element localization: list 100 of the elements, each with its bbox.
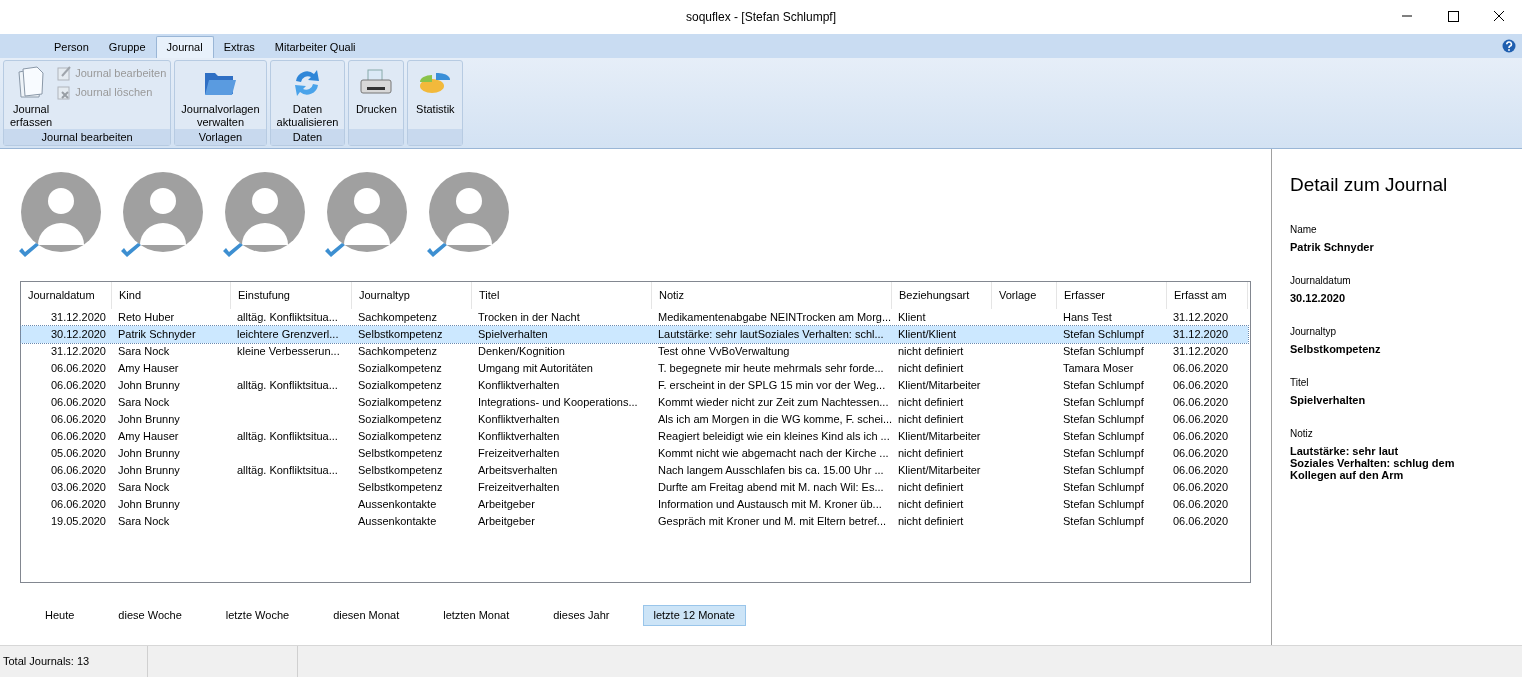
table-cell: Stefan Schlumpf: [1063, 345, 1144, 358]
column-header[interactable]: Notiz: [652, 282, 892, 309]
ribbon-button[interactable]: Journal erfassen: [8, 63, 55, 129]
ribbon-button[interactable]: Daten aktualisieren: [274, 63, 341, 129]
table-row[interactable]: 06.06.2020 Sara Nock Sozialkompetenz Integrations- und Kooperations... Kommt wieder nicht zur Zeit zum Nachtessen... nicht definiert Stefan Schlumpf 06.06.2020: [21, 394, 1248, 411]
detail-label: Journaldatum: [1290, 273, 1352, 288]
period-filter[interactable]: Heute: [34, 605, 86, 626]
detail-label: Notiz: [1290, 426, 1314, 441]
ribbon-tab[interactable]: Extras: [213, 36, 265, 58]
ribbon-button[interactable]: Journalvorlagen verwalten: [179, 63, 262, 129]
detail-value: Selbstkompetenz: [1290, 342, 1382, 355]
avatar-silhouette[interactable]: [326, 171, 408, 253]
period-filter[interactable]: diesen Monat: [322, 605, 411, 626]
table-row[interactable]: 05.06.2020 John Brunny Selbstkompetenz Freizeitverhalten Kommt nicht wie abgemacht nach der Kirche ... nicht definiert Stefan Schlumpf 06.06.2020: [21, 445, 1248, 462]
table-cell: kleine Verbesserun...: [237, 345, 340, 358]
help-icon[interactable]: [1502, 39, 1516, 53]
avatar-silhouette[interactable]: [20, 171, 102, 253]
detail-label: Journaltyp: [1290, 324, 1338, 339]
avatar-silhouette[interactable]: [122, 171, 204, 253]
table-cell: 06.06.2020: [1173, 498, 1229, 511]
period-filter[interactable]: dieses Jahr: [542, 605, 621, 626]
table-cell: Konfliktverhalten: [478, 413, 560, 426]
table-cell: Sozialkompetenz: [358, 396, 442, 409]
table-cell: Sozialkompetenz: [358, 413, 442, 426]
table-cell: nicht definiert: [898, 481, 964, 494]
table-cell: Als ich am Morgen in die WG komme, F. schei...: [658, 413, 893, 426]
column-header[interactable]: Einstufung: [231, 282, 352, 309]
table-cell: Stefan Schlumpf: [1063, 481, 1144, 494]
column-header[interactable]: Journaldatum: [21, 282, 112, 309]
table-cell: Sara Nock: [118, 345, 170, 358]
table-cell: 06.06.2020: [1173, 430, 1229, 443]
table-cell: 06.06.2020: [50, 379, 106, 392]
table-cell: Aussenkontakte: [358, 515, 437, 528]
table-cell: nicht definiert: [898, 362, 964, 375]
column-header[interactable]: Vorlage: [992, 282, 1057, 309]
table-cell: John Brunny: [118, 464, 180, 477]
table-row[interactable]: 06.06.2020 Amy Hauser alltäg. Konfliktsitua... Sozialkompetenz Konfliktverhalten Reagiert beleidigt wie ein kleines Kind als ich ... Klient/Mitarbeiter Stefan Schlumpf 06.06.2020: [21, 428, 1248, 445]
avatar-silhouette[interactable]: [428, 171, 510, 253]
table-cell: 06.06.2020: [1173, 481, 1229, 494]
table-cell: Konfliktverhalten: [478, 379, 560, 392]
table-row[interactable]: 03.06.2020 Sara Nock Selbstkompetenz Freizeitverhalten Durfte am Freitag abend mit M. nach Wil: Es... nicht definiert Stefan Schlumpf 06.06.2020: [21, 479, 1248, 496]
avatar-silhouette[interactable]: [224, 171, 306, 253]
table-cell: Reto Huber: [118, 311, 175, 324]
table-cell: Klient/Mitarbeiter: [898, 464, 981, 477]
table-cell: Lautstärke: sehr lautSoziales Verhalten: schl...: [658, 328, 884, 341]
period-filter[interactable]: letzten Monat: [432, 605, 521, 626]
column-header[interactable]: Beziehungsart: [892, 282, 992, 309]
paper-cross-icon: [56, 83, 73, 100]
ribbon-tab[interactable]: Mitarbeiter Quali: [264, 36, 366, 58]
table-row[interactable]: 19.05.2020 Sara Nock Aussenkontakte Arbeitgeber Gespräch mit Kroner und M. mit Eltern betref... nicht definiert Stefan Schlumpf 06.06.2020: [21, 513, 1248, 530]
table-cell: John Brunny: [118, 379, 180, 392]
table-cell: nicht definiert: [898, 498, 964, 511]
table-cell: 06.06.2020: [1173, 447, 1229, 460]
ribbon-button[interactable]: Statistik: [412, 63, 459, 116]
column-header[interactable]: Erfasser: [1057, 282, 1167, 309]
column-header[interactable]: Titel: [472, 282, 652, 309]
table-row[interactable]: 31.12.2020 Reto Huber alltäg. Konfliktsitua... Sachkompetenz Trocken in der Nacht Medikamentenabgabe NEINTrocken am Morg... Klient Hans Test 31.12.2020: [21, 309, 1248, 326]
table-cell: 06.06.2020: [1173, 413, 1229, 426]
table-row[interactable]: 06.06.2020 John Brunny alltäg. Konfliktsitua... Sozialkompetenz Konfliktverhalten F. erscheint in der SPLG 15 min vor der Weg... Klient/Mitarbeiter Stefan Schlumpf 06.06.2020: [21, 377, 1248, 394]
ribbon-tab[interactable]: Person: [44, 36, 99, 58]
table-cell: Selbstkompetenz: [358, 328, 443, 341]
group-label: Journal bearbeiten: [41, 129, 133, 145]
table-cell: Freizeitverhalten: [478, 481, 560, 494]
column-header[interactable]: Erfasst am: [1167, 282, 1248, 309]
detail-label: Titel: [1290, 375, 1310, 390]
table-cell: John Brunny: [118, 447, 180, 460]
table-cell: Sara Nock: [118, 396, 170, 409]
table-row[interactable]: 06.06.2020 John Brunny Aussenkontakte Arbeitgeber Information und Austausch mit M. Kroner üb... nicht definiert Stefan Schlumpf 06.06.2020: [21, 496, 1248, 513]
column-header[interactable]: Journaltyp: [352, 282, 472, 309]
ribbon-tab[interactable]: Gruppe: [98, 36, 156, 58]
pie-chart-icon: [418, 70, 453, 96]
status-text: Total Journals: 13: [0, 646, 148, 677]
table-cell: Umgang mit Autoritäten: [478, 362, 593, 375]
period-filter[interactable]: diese Woche: [107, 605, 193, 626]
table-cell: Integrations- und Kooperations...: [478, 396, 638, 409]
table-cell: Selbstkompetenz: [358, 481, 443, 494]
ribbon-tab[interactable]: Journal: [155, 36, 214, 58]
table-cell: Sara Nock: [118, 481, 170, 494]
detail-title: Detail zum Journal: [1290, 173, 1449, 197]
table-row[interactable]: 31.12.2020 Sara Nock kleine Verbesserun... Sachkompetenz Denken/Kognition Test ohne VvBoVerwaltung nicht definiert Stefan Schlumpf 31.12.2020: [21, 343, 1248, 360]
table-cell: 06.06.2020: [1173, 464, 1229, 477]
table-cell: Aussenkontakte: [358, 498, 437, 511]
table-cell: Sachkompetenz: [358, 311, 437, 324]
table-row[interactable]: 06.06.2020 John Brunny Sozialkompetenz Konfliktverhalten Als ich am Morgen in die WG komme, F. schei... nicht definiert Stefan Schlumpf 06.06.2020: [21, 411, 1248, 428]
table-cell: Klient/Mitarbeiter: [898, 430, 981, 443]
column-header[interactable]: Kind: [112, 282, 231, 309]
table-row[interactable]: 06.06.2020 John Brunny alltäg. Konfliktsitua... Selbstkompetenz Arbeitsverhalten Nach langem Ausschlafen bis ca. 15.00 Uhr ... Klient/Mitarbeiter Stefan Schlumpf 06.06.2020: [21, 462, 1248, 479]
period-filter[interactable]: letzte 12 Monate: [642, 605, 746, 626]
table-row[interactable]: 30.12.2020 Patrik Schnyder leichtere Grenzverl... Selbstkompetenz Spielverhalten Lautstärke: sehr lautSoziales Verhalten: schl... Klient/Klient Stefan Schlumpf 31.12.2020: [21, 326, 1248, 343]
detail-value: Spielverhalten: [1290, 393, 1367, 406]
ribbon-button[interactable]: Drucken: [353, 63, 400, 116]
table-cell: Trocken in der Nacht: [478, 311, 580, 324]
table-cell: 31.12.2020: [50, 345, 106, 358]
table-cell: Arbeitgeber: [478, 498, 535, 511]
table-cell: Sozialkompetenz: [358, 379, 442, 392]
table-row[interactable]: 06.06.2020 Amy Hauser Sozialkompetenz Umgang mit Autoritäten T. begegnete mir heute mehrmals sehr forde... nicht definiert Tamara Moser 06.06.2020: [21, 360, 1248, 377]
table-cell: 31.12.2020: [1173, 311, 1229, 324]
table-cell: alltäg. Konfliktsitua...: [237, 464, 338, 477]
period-filter[interactable]: letzte Woche: [214, 605, 301, 626]
table-cell: Stefan Schlumpf: [1063, 498, 1144, 511]
